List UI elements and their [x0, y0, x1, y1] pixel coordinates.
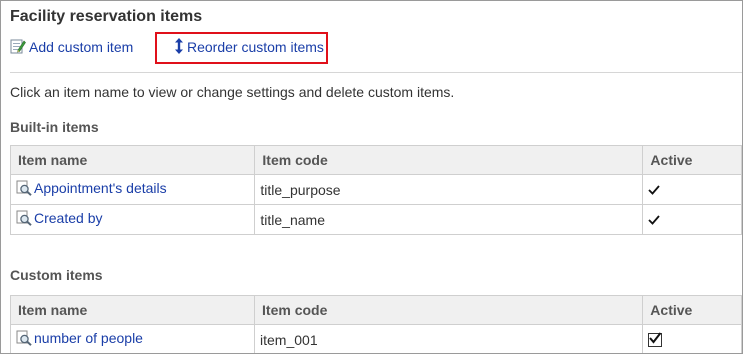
table-row: Appointment's details title_purpose: [9, 174, 742, 205]
item-name-label: number of people: [34, 330, 143, 346]
table-header-row: Item name Item code Active: [9, 295, 742, 325]
column-header-active: Active: [642, 295, 742, 325]
facility-items-panel: Facility reservation items Add custom it…: [0, 0, 743, 354]
builtin-items-table: Item name Item code Active Appointment's…: [9, 145, 742, 235]
item-code-cell: title_name: [254, 204, 644, 235]
checkmark-icon: [648, 182, 661, 198]
active-cell: [642, 174, 742, 205]
column-header-item-code: Item code: [254, 145, 644, 175]
checkbox-checked-icon: [648, 331, 663, 347]
table-row: Created by title_name: [9, 204, 742, 235]
item-name-cell: Appointment's details: [9, 174, 256, 205]
column-header-item-name: Item name: [9, 145, 256, 175]
custom-items-table: Item name Item code Active number of peo…: [9, 295, 742, 353]
item-name-label: Appointment's details: [34, 180, 167, 196]
table-header-row: Item name Item code Active: [9, 145, 742, 175]
item-name-label: Created by: [34, 210, 103, 226]
instructions-text: Click an item name to view or change set…: [10, 84, 455, 100]
add-custom-item-link[interactable]: Add custom item: [10, 38, 133, 57]
column-header-active: Active: [642, 145, 742, 175]
active-cell: [642, 204, 742, 235]
custom-items-heading: Custom items: [10, 267, 103, 283]
reorder-highlight-box: [155, 32, 328, 64]
table-row: number of people item_001: [9, 324, 742, 353]
checkmark-icon: [648, 212, 661, 228]
active-cell: [642, 324, 742, 353]
item-code-cell: item_001: [254, 324, 644, 353]
pencil-note-icon: [10, 38, 26, 57]
item-link-created-by[interactable]: Created by: [16, 210, 102, 226]
add-custom-item-label: Add custom item: [29, 39, 134, 55]
item-name-cell: Created by: [9, 204, 256, 235]
magnifier-page-icon: [16, 210, 32, 229]
item-link-number-of-people[interactable]: number of people: [16, 330, 143, 346]
item-link-appointments-details[interactable]: Appointment's details: [16, 180, 167, 196]
item-name-cell: number of people: [9, 324, 256, 353]
page-title: Facility reservation items: [10, 8, 203, 25]
magnifier-page-icon: [16, 180, 32, 199]
column-header-item-name: Item name: [9, 295, 256, 325]
item-code-cell: title_purpose: [254, 174, 644, 205]
divider: [10, 72, 742, 73]
builtin-items-heading: Built-in items: [10, 119, 99, 135]
column-header-item-code: Item code: [254, 295, 644, 325]
magnifier-page-icon: [16, 330, 32, 349]
